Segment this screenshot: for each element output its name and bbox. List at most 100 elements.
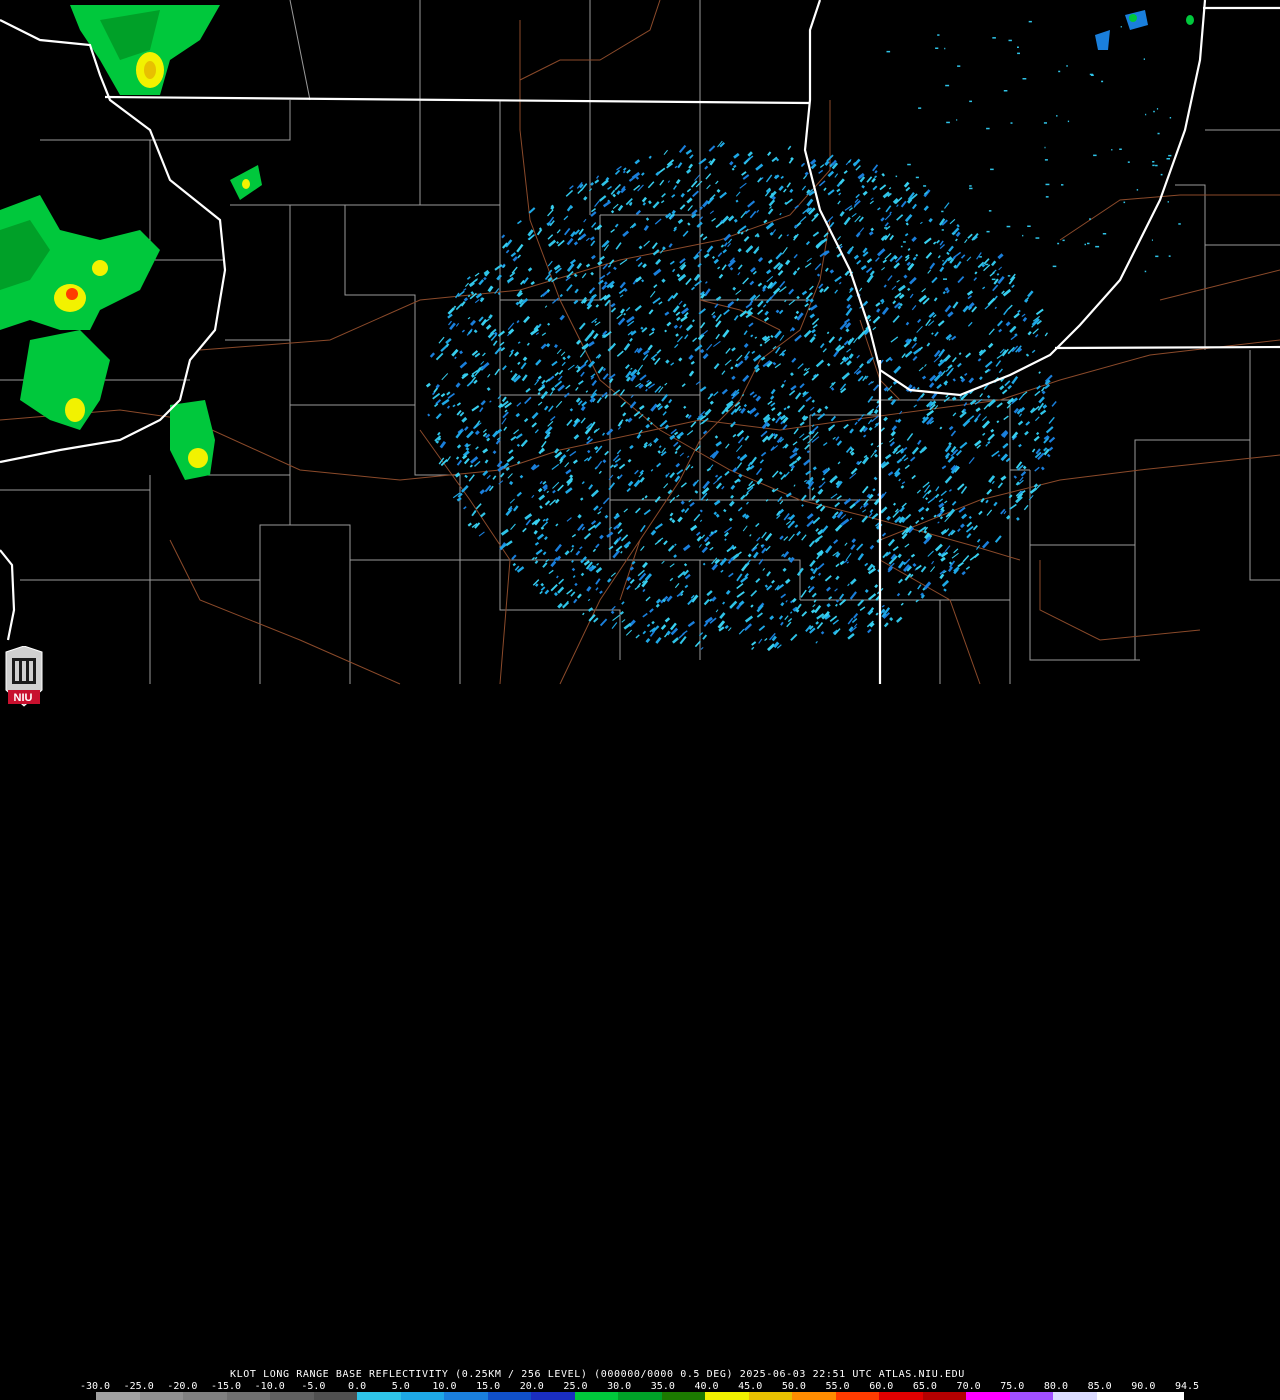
- echo-speckle: [1067, 120, 1070, 123]
- echo-speckle: [1008, 39, 1012, 42]
- echo-speckle: [946, 121, 950, 124]
- colorbar-tick-label: 10.0: [432, 1381, 457, 1392]
- echo-speckle: [945, 84, 950, 87]
- echo-speckle: [1035, 237, 1040, 239]
- echo-speckle: [935, 47, 939, 49]
- echo-speckle: [1166, 158, 1170, 160]
- echo-speckle: [1052, 265, 1057, 268]
- echo-speckle: [1157, 132, 1160, 135]
- colorbar-tick-label: 20.0: [519, 1381, 544, 1392]
- echo-speckle: [1144, 270, 1147, 273]
- echo-speckle: [1111, 149, 1113, 151]
- colorbar-segment: [183, 1392, 227, 1400]
- colorbar-segment: [618, 1392, 662, 1400]
- echo-speckle: [1066, 65, 1068, 67]
- echo-speckle: [969, 185, 972, 187]
- colorbar-tick-label: 15.0: [476, 1381, 501, 1392]
- echo-speckle: [1022, 78, 1027, 80]
- echo-speckle: [1151, 239, 1153, 241]
- echo-speckle: [1087, 242, 1090, 245]
- echo-speckle: [990, 168, 994, 171]
- echo-speckle: [1167, 201, 1169, 203]
- echo-speckle: [903, 241, 906, 243]
- colorbar-tick-label: 40.0: [694, 1381, 719, 1392]
- colorbar-tick-label: -5.0: [301, 1381, 326, 1392]
- colorbar-segment: [357, 1392, 401, 1400]
- echo-speckle: [1028, 20, 1032, 23]
- echo-speckle: [986, 127, 990, 130]
- echo-speckle: [1155, 164, 1158, 167]
- colorbar-segment: [748, 1392, 793, 1400]
- echo-speckle: [988, 210, 992, 212]
- echo-speckle: [918, 107, 922, 109]
- echo-speckle: [1089, 218, 1091, 220]
- echo-speckle: [1043, 122, 1047, 124]
- reflectivity-colorbar: [96, 1392, 1184, 1400]
- colorbar-tick-label: 30.0: [607, 1381, 632, 1392]
- colorbar-segment: [531, 1392, 575, 1400]
- colorbar-segment: [96, 1392, 140, 1400]
- colorbar-segment: [226, 1392, 271, 1400]
- colorbar-segment: [966, 1392, 1010, 1400]
- colorbar-tick-labels: -30.0 -25.0 -20.0 -15.0 -10.0 -5.0 0.0 5.0 10.0 1…: [80, 1381, 1199, 1392]
- echo-speckle: [956, 119, 958, 121]
- echo-speckle: [895, 175, 898, 178]
- echo-speckle: [1136, 189, 1139, 191]
- echo-speckle: [1143, 58, 1145, 60]
- echo-speckle: [941, 229, 944, 231]
- echo-speckle: [951, 232, 956, 235]
- colorbar-segment: [1053, 1392, 1097, 1400]
- echo-speckle: [1152, 161, 1155, 163]
- echo-speckle: [1044, 159, 1048, 161]
- echo-speckle: [1045, 183, 1050, 186]
- echo-speckle: [1010, 122, 1013, 124]
- colorbar-segment: [487, 1392, 532, 1400]
- colorbar-tick-label: -10.0: [254, 1381, 285, 1392]
- colorbar-tick-label: 90.0: [1131, 1381, 1156, 1392]
- echo-speckle: [943, 278, 947, 280]
- echo-speckle: [1022, 234, 1024, 237]
- echo-speckle: [1003, 90, 1008, 92]
- echo-speckle: [1006, 225, 1011, 228]
- colorbar-segment: [139, 1392, 184, 1400]
- echo-speckle: [1062, 239, 1065, 242]
- echo-speckle: [1168, 255, 1171, 257]
- colorbar-tick-label: 55.0: [825, 1381, 850, 1392]
- echo-speckle: [1102, 233, 1107, 235]
- echo-speckle: [923, 185, 927, 187]
- colorbar-tick-label: 50.0: [781, 1381, 806, 1392]
- echo-speckle: [886, 50, 891, 53]
- echo-speckle: [1089, 73, 1094, 76]
- legend-footer: KLOT LONG RANGE BASE REFLECTIVITY (0.25K…: [0, 684, 1280, 1400]
- echo-speckle: [1178, 223, 1181, 225]
- echo-speckle: [1057, 242, 1060, 245]
- echo-speckle: [992, 37, 996, 39]
- colorbar-segment: [400, 1392, 445, 1400]
- echo-speckle: [979, 256, 982, 258]
- echo-speckle: [1007, 275, 1011, 277]
- echo-speckle: [1095, 245, 1100, 248]
- echo-speckle: [1084, 243, 1086, 246]
- colorbar-segment: [792, 1392, 836, 1400]
- echo-speckle: [900, 245, 903, 248]
- radar-map: [0, 0, 1280, 685]
- colorbar-segment: [313, 1392, 358, 1400]
- colorbar-tick-label: 70.0: [956, 1381, 981, 1392]
- colorbar-tick-label: 65.0: [912, 1381, 937, 1392]
- echo-speckle: [969, 187, 973, 190]
- echo-speckle: [1056, 115, 1058, 117]
- echo-speckle: [1120, 26, 1122, 28]
- echo-speckle: [1017, 46, 1019, 48]
- echo-speckle: [957, 65, 961, 67]
- echo-speckle: [986, 230, 990, 233]
- echo-speckle: [937, 34, 940, 36]
- colorbar-tick-label: 35.0: [650, 1381, 675, 1392]
- echo-speckle: [1044, 146, 1046, 149]
- colorbar-segment: [1096, 1392, 1141, 1400]
- echo-speckle: [1160, 173, 1163, 176]
- echo-speckle: [985, 263, 989, 266]
- echo-speckle: [1155, 255, 1159, 258]
- echo-speckle: [1152, 164, 1155, 167]
- colorbar-segment: [835, 1392, 880, 1400]
- colorbar-tick-label: -15.0: [210, 1381, 242, 1392]
